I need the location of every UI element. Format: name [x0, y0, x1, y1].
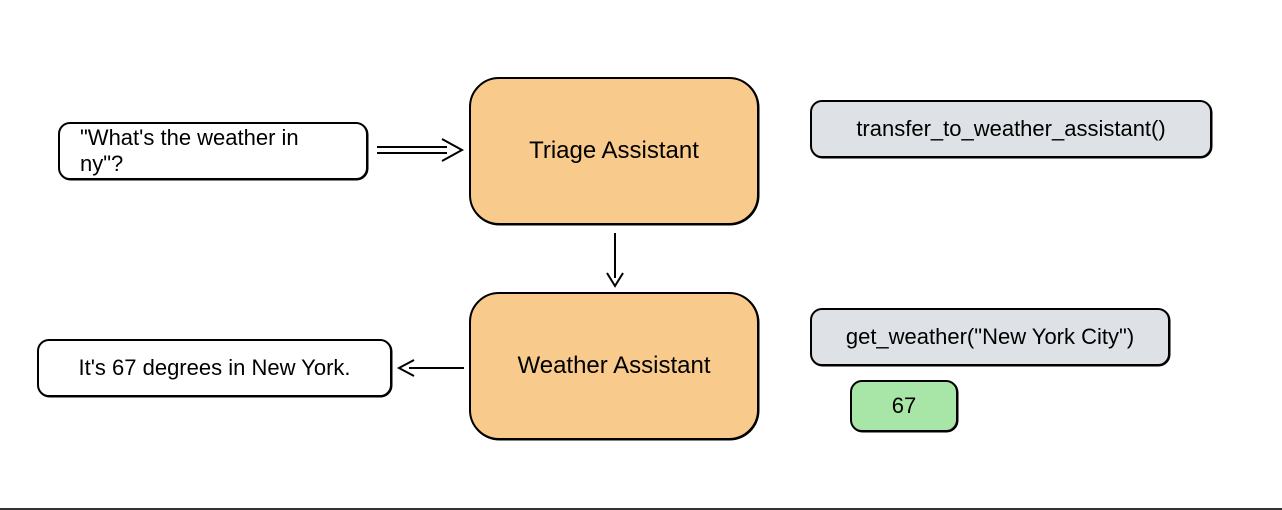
triage-assistant-label: Triage Assistant — [529, 137, 699, 165]
weather-result-text: 67 — [892, 393, 916, 419]
get-weather-function-call-text: get_weather("New York City") — [846, 324, 1134, 350]
weather-assistant-label: Weather Assistant — [518, 352, 711, 380]
user-query-text: "What's the weather in ny"? — [80, 125, 346, 177]
weather-assistant-box: Weather Assistant — [469, 292, 759, 440]
final-response-box: It's 67 degrees in New York. — [37, 339, 392, 397]
weather-result-box: 67 — [850, 380, 958, 432]
arrow-weather-to-response — [394, 353, 469, 383]
arrow-triage-to-weather — [600, 228, 630, 290]
user-query-box: "What's the weather in ny"? — [58, 122, 368, 180]
arrow-query-to-triage — [372, 135, 467, 165]
transfer-function-call-text: transfer_to_weather_assistant() — [856, 116, 1165, 142]
triage-assistant-box: Triage Assistant — [469, 77, 759, 225]
transfer-function-call-box: transfer_to_weather_assistant() — [810, 100, 1212, 158]
get-weather-function-call-box: get_weather("New York City") — [810, 308, 1170, 366]
final-response-text: It's 67 degrees in New York. — [78, 355, 350, 381]
